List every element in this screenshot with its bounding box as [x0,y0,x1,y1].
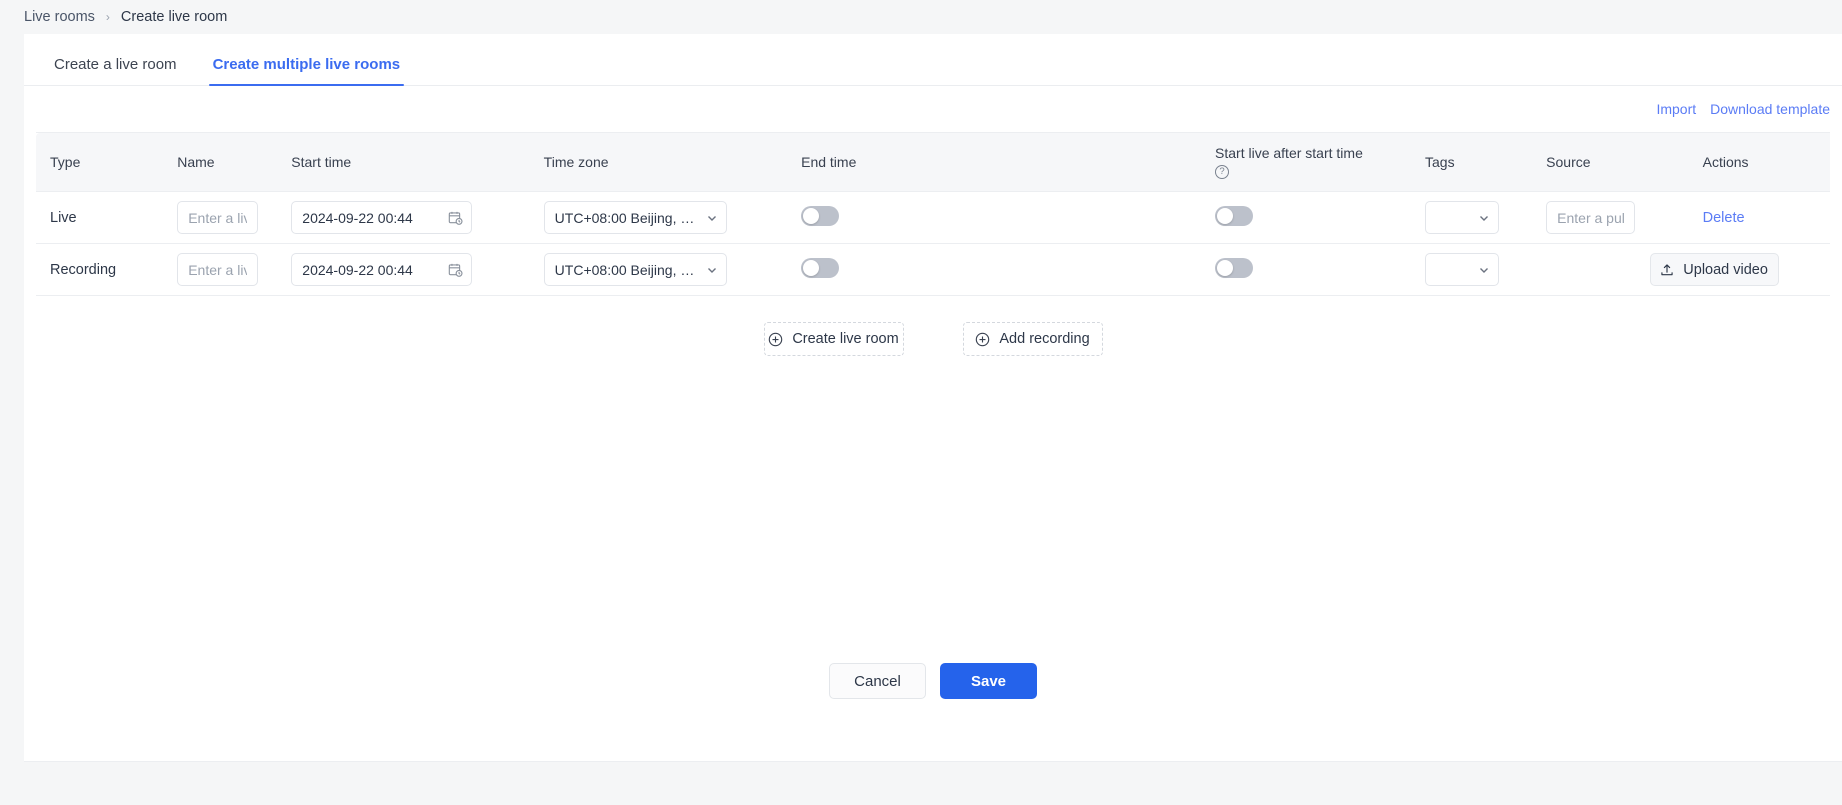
table-row: Recording Enter a live 2024-09-22 00:44 … [36,243,1830,296]
cell-end-time [787,191,1202,244]
time-zone-select[interactable]: UTC+08:00 Beijing, Sing... [543,253,727,286]
column-header-time-zone: Time zone [529,132,788,192]
save-button[interactable]: Save [940,663,1037,699]
tab-create-multiple-live-rooms[interactable]: Create multiple live rooms [195,57,419,86]
tags-select[interactable] [1425,253,1500,286]
table-toolbar: Import Download template [24,86,1842,132]
column-header-tags: Tags [1411,132,1533,192]
cell-actions: Delete [1688,191,1830,244]
upload-icon [1661,263,1673,275]
column-header-start-time: Start time [277,132,530,192]
live-rooms-table: Type Name Start time Time zone End time … [36,132,1830,296]
column-header-start-live-after-start-time: Start live after start time ? [1201,132,1412,192]
column-header-type: Type [36,132,164,192]
cell-start-time [277,243,530,296]
time-zone-value: UTC+08:00 Beijing, Sing... [554,261,700,278]
toggle-knob [1217,259,1234,276]
cell-end-time [787,243,1202,296]
toggle-knob [1217,207,1234,224]
column-header-start-live-label: Start live after start time [1215,145,1363,161]
cell-type: Recording [36,243,164,296]
breadcrumb-separator-icon: › [105,10,110,24]
add-row-actions: Create live room Add recording [24,296,1842,356]
import-link[interactable]: Import [1656,101,1696,117]
create-live-room-label: Create live room [792,331,899,347]
cell-start-live-after [1201,191,1412,244]
cell-actions: Delete Upload video [1649,243,1830,296]
toggle-knob [803,259,820,276]
live-rooms-table-wrapper: Type Name Start time Time zone End time … [24,132,1842,296]
add-recording-label: Add recording [999,331,1090,347]
cell-tags [1411,191,1533,244]
download-template-link[interactable]: Download template [1710,101,1830,117]
add-recording-button[interactable]: Add recording [962,322,1103,356]
plus-circle-icon [976,332,990,346]
cell-tags [1411,243,1533,296]
chevron-down-icon [1480,215,1489,221]
end-time-toggle[interactable] [801,205,840,226]
cell-name [163,243,278,296]
cancel-button[interactable]: Cancel [829,663,926,699]
table-row: Live Enter a live 2024-09-22 00:44 UTC+0… [36,191,1830,244]
breadcrumb-current: Create live room [120,9,228,25]
cell-source [1532,191,1689,244]
page-card: Create a live room Create multiple live … [24,34,1842,762]
start-live-after-toggle[interactable] [1215,205,1254,226]
delete-row-link[interactable]: Delete [1703,210,1745,226]
tab-create-a-live-room[interactable]: Create a live room [36,57,195,85]
table-header: Type Name Start time Time zone End time … [36,132,1830,192]
column-header-end-time: End time [787,132,1202,192]
column-header-name: Name [163,132,278,192]
cell-type: Live [36,191,164,244]
end-time-toggle[interactable] [801,257,840,278]
tab-bar: Create a live room Create multiple live … [24,34,1842,86]
breadcrumb-root[interactable]: Live rooms [24,9,95,25]
chevron-down-icon [707,267,716,273]
name-input[interactable] [177,201,259,234]
create-live-room-button[interactable]: Create live room [763,322,904,356]
cell-start-time [277,191,530,244]
source-input[interactable] [1546,201,1636,234]
cell-time-zone: UTC+08:00 Beijing, Sing... [529,243,788,296]
upload-video-label: Upload video [1683,261,1768,278]
time-zone-value: UTC+08:00 Beijing, Sing... [554,209,700,226]
column-header-source: Source [1532,132,1689,192]
start-live-after-toggle[interactable] [1215,257,1254,278]
cell-time-zone: UTC+08:00 Beijing, Sing... [529,191,788,244]
start-time-field[interactable] [291,201,473,234]
cell-start-live-after [1201,243,1412,296]
tags-select[interactable] [1425,201,1500,234]
table-body: Live Enter a live 2024-09-22 00:44 UTC+0… [36,191,1830,296]
time-zone-select[interactable]: UTC+08:00 Beijing, Sing... [543,201,727,234]
cell-name [163,191,278,244]
toggle-knob [803,207,820,224]
column-header-actions: Actions [1688,132,1830,192]
name-input[interactable] [177,253,259,286]
upload-video-button[interactable]: Upload video [1649,253,1779,286]
start-time-input[interactable] [291,201,473,234]
chevron-down-icon [1480,267,1489,273]
table-header-row: Type Name Start time Time zone End time … [36,132,1830,192]
help-icon[interactable]: ? [1215,165,1230,179]
breadcrumb: Live rooms › Create live room [0,0,1842,34]
chevron-down-icon [707,215,716,221]
form-footer: Cancel Save [24,663,1842,699]
start-time-input[interactable] [291,253,473,286]
start-time-field[interactable] [291,253,473,286]
plus-circle-icon [769,332,783,346]
